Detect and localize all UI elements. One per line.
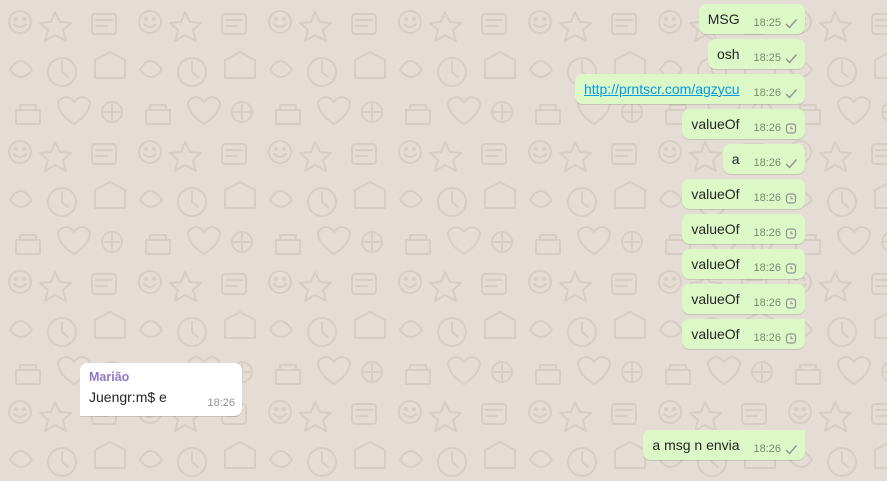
pending-clock-icon (785, 263, 797, 274)
message-text: osh (717, 46, 740, 62)
pending-clock-icon (785, 333, 797, 344)
message-time: 18:26 (753, 297, 781, 309)
message-time: 18:26 (753, 262, 781, 274)
message-outgoing[interactable]: osh 18:25 (708, 39, 805, 69)
message-time: 18:26 (753, 227, 781, 239)
pending-clock-icon (785, 298, 797, 309)
sent-check-icon (785, 54, 798, 64)
message-outgoing[interactable]: valueOf 18:26 (682, 284, 805, 314)
sent-check-icon (785, 19, 798, 29)
message-outgoing[interactable]: valueOf 18:26 (682, 249, 805, 279)
pending-clock-icon (785, 123, 797, 134)
message-list[interactable]: MSG 18:25 osh 18:25 http://prntscr.com/a… (0, 0, 887, 481)
sent-check-icon (785, 89, 798, 99)
message-outgoing[interactable]: MSG 18:25 (698, 4, 805, 34)
message-outgoing[interactable]: valueOf 18:26 (682, 214, 805, 244)
message-text: a (731, 151, 740, 167)
message-outgoing[interactable]: valueOf 18:26 (682, 319, 805, 349)
message-time: 18:26 (753, 332, 781, 344)
message-time: 18:25 (753, 17, 781, 29)
message-outgoing[interactable]: valueOf 18:26 (682, 109, 805, 139)
message-time: 18:26 (753, 192, 781, 204)
message-text: MSG (707, 11, 740, 27)
pending-clock-icon (785, 193, 797, 204)
message-time: 18:26 (753, 87, 781, 99)
message-incoming[interactable]: Marião Juengr:m$ e 18:26 (80, 363, 242, 416)
sent-check-icon (785, 445, 798, 455)
message-text: valueOf (691, 256, 740, 272)
message-outgoing[interactable]: valueOf 18:26 (682, 179, 805, 209)
message-time: 18:25 (753, 52, 781, 64)
message-text: valueOf (691, 326, 740, 342)
message-outgoing[interactable]: http://prntscr.com/agzycu 18:26 (574, 74, 805, 104)
message-outgoing[interactable]: a 18:26 (722, 144, 805, 174)
message-time: 18:26 (207, 397, 235, 409)
message-outgoing[interactable]: a msg n envia 18:26 (643, 430, 805, 460)
message-time: 18:26 (753, 443, 781, 455)
message-text: a msg n envia (652, 437, 740, 453)
pending-clock-icon (785, 228, 797, 239)
message-link[interactable]: http://prntscr.com/agzycu (584, 80, 740, 99)
message-text: valueOf (691, 116, 740, 132)
sent-check-icon (785, 159, 798, 169)
message-text: valueOf (691, 221, 740, 237)
message-text: valueOf (691, 291, 740, 307)
message-text: Juengr:m$ e (89, 389, 167, 405)
message-time: 18:26 (753, 122, 781, 134)
message-time: 18:26 (753, 157, 781, 169)
message-text: valueOf (691, 186, 740, 202)
sender-name[interactable]: Marião (89, 369, 234, 385)
